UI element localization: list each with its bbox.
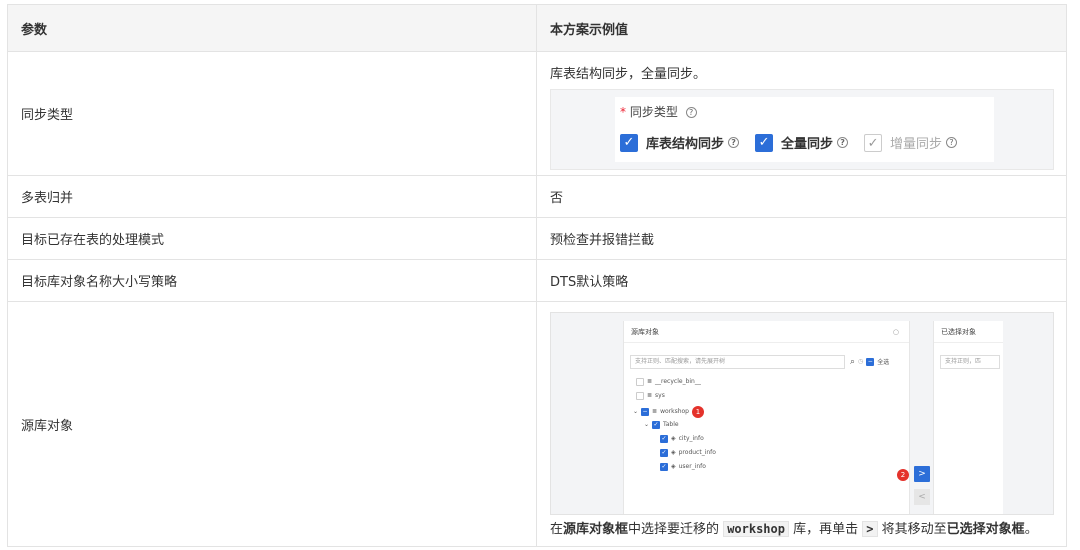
info-icon: ◷ — [858, 358, 864, 365]
sync-type-screenshot: * 同步类型 ? ✓ 库表结构同步? ✓ 全量同步? ✓ 增量同步? — [550, 89, 1054, 170]
table-icon: ◈ — [671, 463, 676, 470]
header-param: 参数 — [7, 4, 537, 52]
option-full-sync[interactable]: ✓ 全量同步? — [755, 133, 849, 152]
checkbox-checked-icon[interactable]: ✓ — [620, 133, 638, 152]
tree-item[interactable]: ⌄ ✓ Table — [644, 420, 679, 429]
param-cell: 目标已存在表的处理模式 — [7, 217, 537, 260]
value-cell: 否 — [536, 175, 1067, 218]
checkbox-disabled-icon: ✓ — [864, 133, 883, 152]
refresh-icon[interactable]: ○ — [893, 321, 899, 343]
param-cell: 源库对象 — [7, 301, 537, 547]
checkbox-empty-icon — [636, 377, 644, 386]
selected-search-input[interactable]: 支持正则，匹 — [940, 354, 1000, 369]
panel-title: 源库对象 ○ — [624, 321, 909, 343]
search-icon-row: ⌕ ◷ − 全选 — [850, 356, 890, 367]
source-objects-screenshot: 源库对象 ○ 支持正则、匹配搜索，请先展开树 ⌕ ◷ − 全选 ≣ __recycle_b… — [550, 311, 1054, 515]
checkbox-checked-icon: ✓ — [652, 420, 661, 429]
option-incremental-sync: ✓ 增量同步? — [864, 133, 958, 152]
search-input[interactable]: 支持正则、匹配搜索，请先展开树 — [630, 354, 845, 369]
chevron-down-icon: ⌄ — [633, 408, 639, 415]
checkbox-checked-icon[interactable]: ✓ — [755, 133, 774, 152]
param-cell: 同步类型 — [7, 51, 537, 176]
help-icon: ? — [685, 107, 697, 118]
code-inline: workshop — [723, 520, 789, 537]
move-right-button[interactable]: > — [914, 465, 930, 482]
move-left-button[interactable]: < — [914, 488, 930, 505]
checkbox-partial-icon: − — [641, 407, 650, 416]
params-table: 参数 本方案示例值 同步类型 库表结构同步，全量同步。 * 同步类型 ? ✓ 库表… — [7, 4, 1067, 547]
label-text: 同步类型 — [629, 105, 678, 119]
header-value: 本方案示例值 — [536, 4, 1067, 52]
source-objects-panel: 源库对象 ○ 支持正则、匹配搜索，请先展开树 ⌕ ◷ − 全选 ≣ __recycle_b… — [623, 320, 910, 514]
database-icon: ≣ — [647, 378, 653, 385]
checkbox-checked-icon: ✓ — [660, 434, 668, 443]
code-inline: > — [862, 520, 878, 537]
checkbox-checked-icon: ✓ — [660, 462, 668, 471]
param-cell: 目标库对象名称大小写策略 — [7, 259, 537, 302]
tree-item[interactable]: ✓ ◈ city_info — [660, 434, 704, 443]
required-star: * — [620, 105, 626, 119]
tree-item[interactable]: ✓ ◈ user_info — [660, 462, 706, 471]
value-cell: 库表结构同步，全量同步。 * 同步类型 ? ✓ 库表结构同步? ✓ 全量同步? ✓ 增… — [536, 51, 1067, 176]
help-icon: ? — [946, 137, 958, 148]
help-icon: ? — [728, 137, 740, 148]
option-schema-sync[interactable]: ✓ 库表结构同步? — [620, 133, 740, 152]
chevron-down-icon: ⌄ — [644, 421, 650, 428]
database-icon: ≣ — [652, 408, 658, 415]
checkbox-checked-icon: ✓ — [660, 448, 668, 457]
value-cell: DTS默认策略 — [536, 259, 1067, 302]
tree-item[interactable]: ✓ ◈ product_info — [660, 448, 716, 457]
sync-options: ✓ 库表结构同步? ✓ 全量同步? ✓ 增量同步? — [620, 133, 973, 152]
tree-item[interactable]: ⌄ − ≣ workshop 1 — [633, 405, 704, 418]
tree-item[interactable]: ≣ __recycle_bin__ — [636, 377, 701, 386]
table-icon: ◈ — [671, 435, 676, 442]
panel-title: 已选择对象 — [934, 321, 1003, 343]
value-text: 库表结构同步，全量同步。 — [550, 67, 707, 82]
table-icon: ◈ — [671, 449, 676, 456]
database-icon: ≣ — [647, 392, 653, 399]
search-icon[interactable]: ⌕ — [850, 357, 855, 367]
value-cell: 预检查并报错拦截 — [536, 217, 1067, 260]
tree-item[interactable]: ≣ sys — [636, 391, 665, 400]
step-badge: 2 — [897, 468, 909, 481]
step-badge: 1 — [692, 405, 704, 418]
checkbox-partial-icon[interactable]: − — [866, 357, 875, 366]
sync-type-label: * 同步类型 ? — [620, 103, 697, 120]
caption: 在源库对象框中选择要迁移的 workshop 库，再单击 > 将其移动至已选择对… — [550, 520, 1038, 537]
checkbox-empty-icon — [636, 391, 644, 400]
help-icon: ? — [837, 137, 849, 148]
selected-objects-panel: 已选择对象 支持正则，匹 — [933, 320, 1003, 514]
value-cell: 源库对象 ○ 支持正则、匹配搜索，请先展开树 ⌕ ◷ − 全选 ≣ __recycle_b… — [536, 301, 1067, 547]
param-cell: 多表归并 — [7, 175, 537, 218]
